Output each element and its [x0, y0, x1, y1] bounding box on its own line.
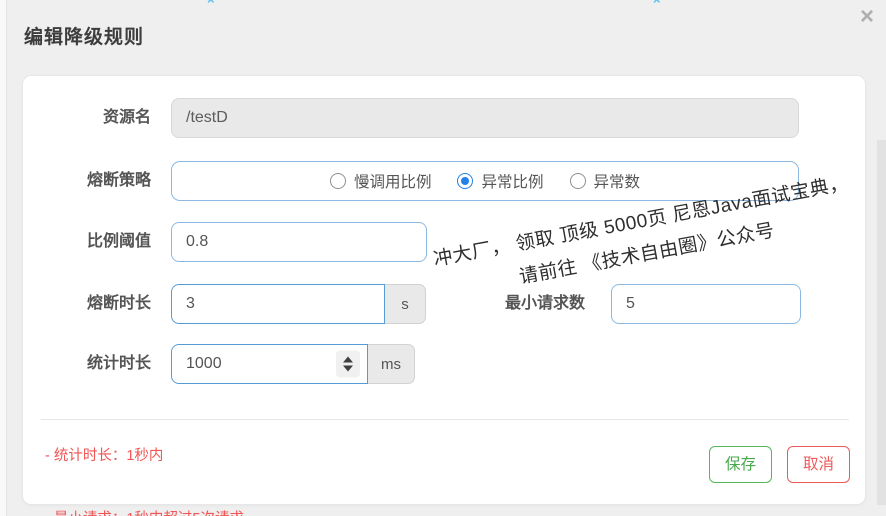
- radio-circle-icon[interactable]: [457, 173, 474, 189]
- note-line: - 统计时长：1秒内: [45, 448, 164, 464]
- edge-artifact-icon: ×: [653, 0, 661, 6]
- radio-slow-call-ratio[interactable]: 慢调用比例: [329, 170, 432, 192]
- cancel-button[interactable]: 取消: [787, 446, 850, 483]
- radio-exception-ratio[interactable]: 异常比例: [457, 170, 544, 192]
- radio-circle-icon[interactable]: [329, 173, 346, 189]
- note-line: - 最小请求：1秒内超过5次请求: [45, 509, 315, 516]
- resource-name-label: 资源名: [102, 109, 151, 126]
- strategy-radio-group: 慢调用比例 异常比例 异常数: [171, 161, 799, 201]
- radio-exception-count[interactable]: 异常数: [569, 170, 641, 192]
- close-icon[interactable]: ×: [854, 4, 880, 30]
- radio-label: 异常比例: [481, 174, 544, 191]
- ratio-threshold-input[interactable]: [171, 222, 427, 262]
- duration-unit-addon: s: [385, 284, 426, 324]
- radio-label: 异常数: [593, 174, 641, 191]
- stat-interval-unit-addon: ms: [368, 344, 415, 384]
- edge-artifact-icon: ×: [207, 0, 215, 6]
- duration-input[interactable]: [171, 284, 385, 324]
- strategy-label: 熔断策略: [86, 172, 151, 189]
- duration-label: 熔断时长: [86, 295, 151, 312]
- min-requests-label: 最小请求数: [504, 295, 585, 312]
- left-edge-strip: [0, 0, 7, 516]
- stepper-up-icon[interactable]: [343, 356, 353, 363]
- dialog-body-card: 资源名 熔断策略 慢调用比例 异常比例 异常数 比例阈值 熔断时长 s 最小请求…: [22, 75, 866, 516]
- stat-interval-input[interactable]: 1000: [171, 344, 368, 384]
- min-requests-input[interactable]: [611, 284, 801, 324]
- ratio-threshold-label: 比例阈值: [86, 233, 151, 250]
- radio-circle-icon[interactable]: [569, 173, 586, 189]
- radio-label: 慢调用比例: [353, 174, 432, 191]
- stat-interval-label: 统计时长: [86, 355, 151, 372]
- dialog-title: 编辑降级规则: [24, 27, 145, 48]
- stepper-down-icon[interactable]: [343, 365, 353, 372]
- rule-notes: - 统计时长：1秒内 - 最小请求：1秒内超过5次请求 - 比例阈值：发生异常的…: [45, 404, 315, 516]
- resource-name-input: [171, 98, 799, 138]
- background-scrollbar: [877, 140, 886, 505]
- stat-interval-value: 1000: [186, 355, 222, 372]
- save-button[interactable]: 保存: [709, 446, 772, 483]
- number-stepper-icon[interactable]: [336, 350, 360, 378]
